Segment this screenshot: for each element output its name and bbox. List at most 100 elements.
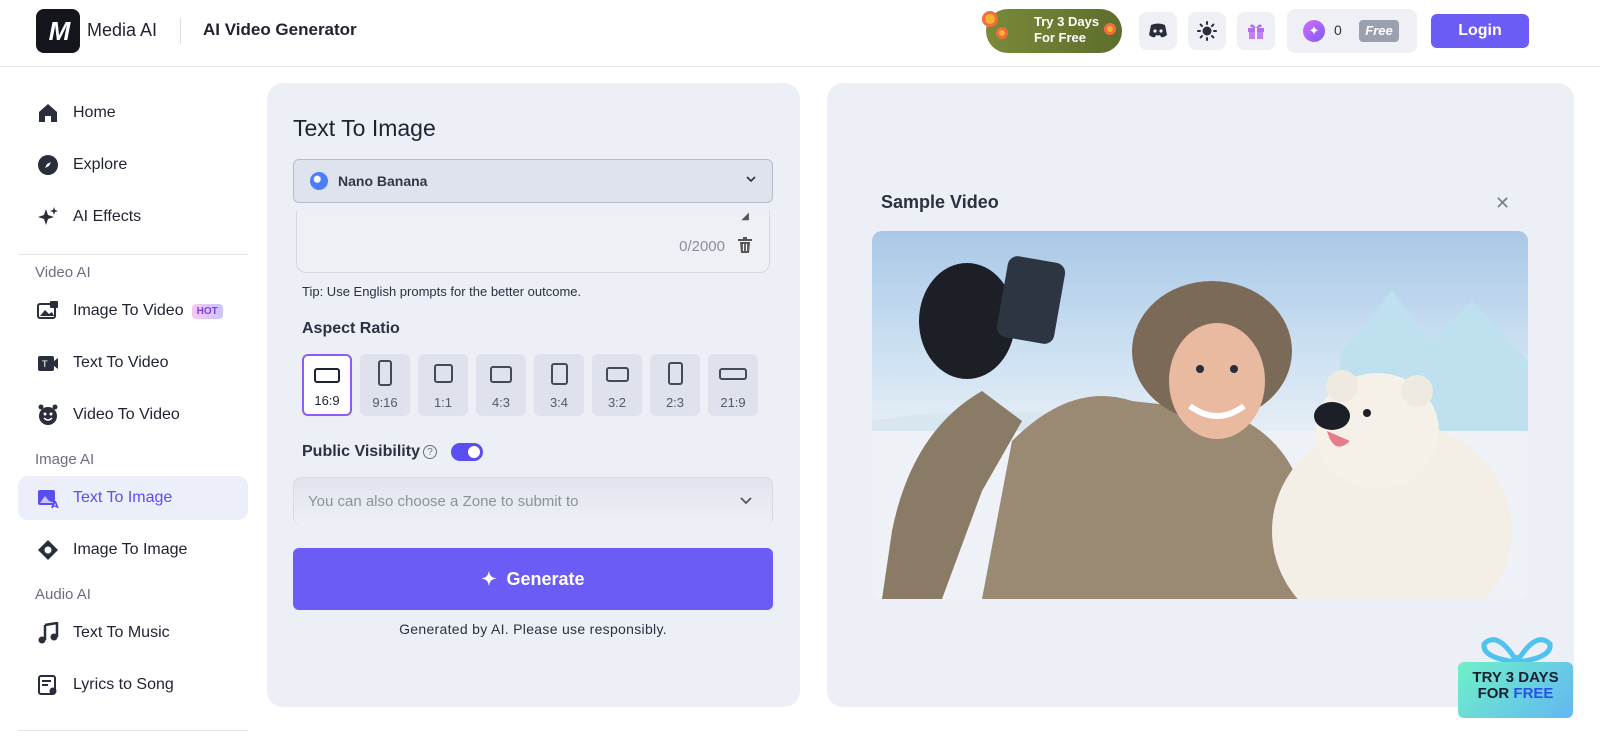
credit-star-icon: ✦ — [1303, 20, 1325, 42]
sidebar-item-label: Explore — [73, 156, 128, 173]
public-visibility-label: Public Visibility — [302, 443, 420, 460]
text-image-icon: A — [36, 486, 60, 510]
generate-button[interactable]: ✦ Generate — [293, 548, 773, 610]
compass-icon — [36, 153, 60, 177]
sidebar: Home Explore AI Effects Video AI Image T… — [0, 68, 262, 744]
login-button[interactable]: Login — [1431, 14, 1529, 48]
media-ai-logo[interactable]: M — [36, 9, 80, 53]
image-video-icon — [36, 299, 60, 323]
svg-text:A: A — [51, 500, 59, 509]
resize-handle-icon[interactable]: ◢ — [741, 211, 749, 222]
brand-name[interactable]: Media AI — [87, 20, 157, 41]
page-title: AI Video Generator — [203, 20, 357, 39]
sidebar-divider — [18, 730, 248, 731]
video-video-icon — [36, 403, 60, 427]
aspect-option-9-16[interactable]: 9:16 — [360, 354, 410, 416]
sidebar-item-text-to-music[interactable]: Text To Music — [18, 611, 248, 655]
help-icon[interactable]: ? — [423, 445, 437, 459]
zone-placeholder: You can also choose a Zone to submit to — [308, 493, 579, 510]
aspect-ratio-title: Aspect Ratio — [302, 320, 400, 337]
text-to-image-form: Text To Image Nano Banana ◢ 0/2000 Tip: … — [267, 83, 800, 707]
sidebar-item-explore[interactable]: Explore — [18, 143, 248, 187]
sparkles-icon — [36, 205, 60, 229]
section-label-audio-ai: Audio AI — [35, 586, 91, 603]
form-title: Text To Image — [293, 115, 436, 141]
gift-icon — [1248, 24, 1264, 39]
close-icon[interactable]: ✕ — [1495, 193, 1510, 214]
hot-badge: HOT — [191, 303, 223, 319]
credit-count: 0 — [1334, 22, 1342, 38]
music-note-icon — [36, 621, 60, 645]
model-icon — [310, 172, 328, 190]
prompt-input[interactable]: ◢ 0/2000 — [296, 211, 770, 273]
sparkle-icon: ✦ — [481, 568, 497, 589]
sidebar-item-label: Image To Video — [73, 302, 184, 319]
sidebar-item-label: Lyrics to Song — [73, 676, 174, 693]
aspect-option-1-1[interactable]: 1:1 — [418, 354, 468, 416]
sun-icon — [1197, 21, 1217, 41]
aspect-option-3-2[interactable]: 3:2 — [592, 354, 642, 416]
zone-select[interactable]: You can also choose a Zone to submit to — [293, 477, 773, 525]
sidebar-item-label: Text To Video — [73, 354, 169, 371]
floating-free-trial-promo[interactable]: TRY 3 DAYS FOR FREE — [1458, 634, 1573, 718]
try-free-promo-button[interactable]: Try 3 Days For Free — [982, 9, 1122, 53]
section-label-video-ai: Video AI — [35, 264, 91, 281]
sidebar-item-image-to-image[interactable]: Image To Image — [18, 528, 248, 572]
sidebar-item-label: Home — [73, 104, 116, 121]
home-icon — [36, 101, 60, 125]
sidebar-item-label: Video To Video — [73, 406, 180, 423]
flower-icon — [982, 11, 998, 27]
flower-icon — [996, 27, 1008, 39]
sidebar-item-text-to-image[interactable]: A Text To Image — [18, 476, 248, 520]
sidebar-item-image-to-video[interactable]: Image To Video HOT — [18, 289, 248, 333]
text-video-icon: T — [36, 351, 60, 375]
char-counter: 0/2000 — [679, 238, 725, 255]
section-label-image-ai: Image AI — [35, 451, 95, 468]
prompt-tip: Tip: Use English prompts for the better … — [302, 284, 582, 299]
svg-text:T: T — [41, 360, 48, 370]
plan-badge: Free — [1359, 20, 1399, 42]
discord-button[interactable] — [1139, 12, 1177, 50]
sidebar-item-text-to-video[interactable]: T Text To Video — [18, 341, 248, 385]
float-promo-box: TRY 3 DAYS FOR FREE — [1458, 662, 1573, 718]
aspect-option-16-9[interactable]: 16:9 — [302, 354, 352, 416]
sidebar-item-ai-effects[interactable]: AI Effects — [18, 195, 248, 239]
sidebar-divider — [18, 254, 248, 255]
credits-display[interactable]: ✦ 0 Free — [1287, 9, 1417, 53]
sidebar-item-video-to-video[interactable]: Video To Video — [18, 393, 248, 437]
ai-disclaimer: Generated by AI. Please use responsibly. — [399, 621, 667, 637]
chevron-down-icon — [744, 172, 758, 191]
public-visibility-toggle[interactable] — [451, 443, 483, 461]
generate-label: Generate — [506, 568, 585, 589]
lyrics-icon — [36, 673, 60, 697]
sidebar-item-label: AI Effects — [73, 208, 142, 225]
gift-button[interactable] — [1237, 12, 1275, 50]
float-promo-line1: TRY 3 DAYS — [1472, 669, 1559, 686]
trash-icon[interactable] — [737, 237, 753, 259]
aspect-option-4-3[interactable]: 4:3 — [476, 354, 526, 416]
float-promo-free: FREE — [1513, 685, 1554, 702]
theme-toggle-button[interactable] — [1188, 12, 1226, 50]
sidebar-item-lyrics-to-song[interactable]: Lyrics to Song — [18, 663, 248, 707]
sidebar-item-home[interactable]: Home — [18, 91, 248, 135]
float-promo-line2: FOR FREE — [1458, 686, 1573, 702]
header-divider — [180, 18, 181, 44]
aspect-option-2-3[interactable]: 2:3 — [650, 354, 700, 416]
aspect-option-21-9[interactable]: 21:9 — [708, 354, 758, 416]
sample-video-thumbnail[interactable] — [872, 231, 1528, 599]
chevron-down-icon — [738, 493, 754, 514]
discord-icon — [1149, 23, 1167, 38]
model-label: Nano Banana — [338, 173, 428, 189]
sidebar-item-label: Text To Image — [73, 489, 173, 506]
preview-panel: Sample Video ✕ — [827, 83, 1574, 707]
sidebar-item-label: Image To Image — [73, 541, 188, 558]
sample-title: Sample Video — [881, 192, 999, 212]
flower-icon — [1104, 23, 1116, 35]
image-image-icon — [36, 538, 60, 562]
float-promo-for: FOR — [1477, 685, 1514, 702]
aspect-option-3-4[interactable]: 3:4 — [534, 354, 584, 416]
top-bar: M Media AI AI Video Generator Try 3 Days… — [0, 0, 1600, 67]
model-select[interactable]: Nano Banana — [293, 159, 773, 203]
sidebar-item-label: Text To Music — [73, 624, 170, 641]
toggle-knob — [468, 446, 480, 458]
